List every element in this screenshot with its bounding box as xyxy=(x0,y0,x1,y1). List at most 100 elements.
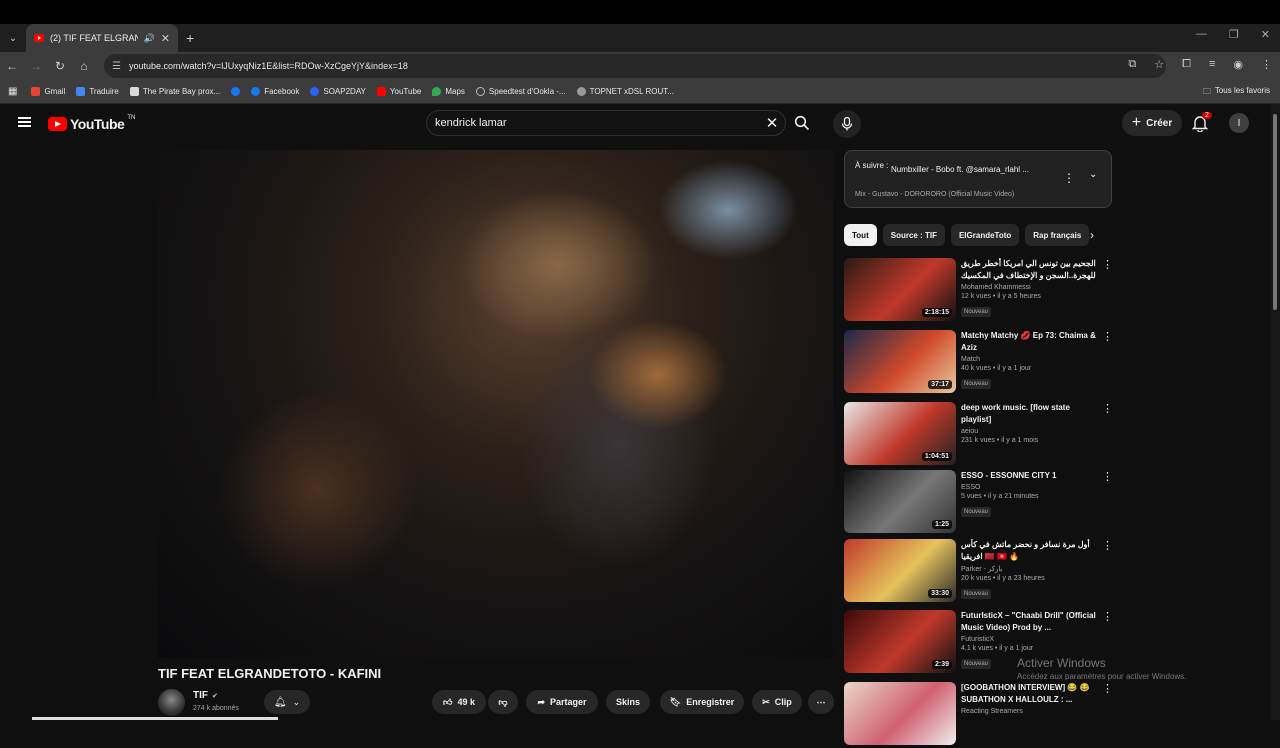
bookmark-speedtest[interactable]: Speedtest d'Ookla -... xyxy=(475,87,566,96)
up-next-menu-icon[interactable]: ⋮ xyxy=(1063,171,1075,185)
bookmark-youtube[interactable]: YouTube xyxy=(376,87,421,96)
video-title[interactable]: أول مرة نسافر و نحضر ماتش في كأس افريقيا… xyxy=(961,539,1097,563)
chevron-right-icon[interactable]: › xyxy=(1090,228,1094,242)
channel-name[interactable]: Reacting Streamers xyxy=(961,708,1097,715)
scrollbar-thumb[interactable] xyxy=(1273,114,1277,310)
more-options-icon[interactable]: ⋮ xyxy=(1102,539,1113,552)
bookmark-maps[interactable]: Maps xyxy=(432,87,465,96)
voice-search-button[interactable] xyxy=(833,110,861,138)
search-input[interactable]: kendrick lamar ✕ xyxy=(426,110,786,136)
channel-name[interactable]: Match xyxy=(961,356,1097,363)
up-next-panel[interactable]: À suivre : Numbxiller - Bobo ft. @samara… xyxy=(844,150,1112,208)
more-options-icon[interactable]: ⋮ xyxy=(1102,330,1113,343)
video-thumbnail[interactable]: 37:17 xyxy=(844,330,956,393)
dislike-button[interactable]: 👎︎ xyxy=(488,690,518,714)
menu-hamburger-icon[interactable] xyxy=(18,117,31,127)
video-thumbnail[interactable] xyxy=(844,682,956,745)
reading-list-icon[interactable]: ≡ xyxy=(1209,58,1215,71)
site-info-icon[interactable]: ☰ xyxy=(112,61,121,72)
bookmark-star-icon[interactable]: ☆ xyxy=(1154,58,1164,71)
minimize-icon[interactable]: — xyxy=(1196,28,1207,41)
cast-icon[interactable]: ⧉ xyxy=(1128,58,1136,71)
chip-elgrandetoto[interactable]: ElGrandeToto xyxy=(950,224,1020,246)
video-thumbnail[interactable]: 33:30 xyxy=(844,539,956,602)
video-thumbnail[interactable]: 2:18:15 xyxy=(844,258,956,321)
channel-name[interactable]: Parker - باركر xyxy=(961,565,1097,573)
audio-icon[interactable]: 🔊 xyxy=(144,33,155,44)
notifications-button[interactable]: 2 xyxy=(1191,112,1212,134)
close-window-icon[interactable]: ✕ xyxy=(1261,28,1270,41)
tab-search-icon[interactable]: ⌄ xyxy=(0,33,26,44)
subscription-bell-button[interactable]: 🔔︎ ⌄ xyxy=(264,690,310,714)
more-options-icon[interactable]: ⋮ xyxy=(1102,258,1113,271)
channel-name[interactable]: TIF ✔ xyxy=(193,690,218,701)
forward-icon[interactable]: → xyxy=(24,59,48,73)
bookmark-facebook-icon-only[interactable] xyxy=(231,87,241,96)
clear-search-icon[interactable]: ✕ xyxy=(759,114,785,132)
bookmark-facebook[interactable]: Facebook xyxy=(251,87,299,96)
recommended-video[interactable]: 37:17 Matchy Matchy 💋 Ep 73: Chaima & Azi… xyxy=(844,330,1114,396)
window-controls: — ❐ ✕ xyxy=(1196,28,1270,41)
page-scrollbar[interactable] xyxy=(1270,104,1280,720)
channel-name[interactable]: Mohamed Khammessi xyxy=(961,284,1097,291)
bookmark-gmail[interactable]: Gmail xyxy=(31,87,65,96)
video-meta: 20 k vues • il y a 23 heures xyxy=(961,575,1045,582)
bookmark-topnet[interactable]: TOPNET xDSL ROUT... xyxy=(576,87,674,96)
url-field[interactable]: ☰ youtube.com/watch?v=lJUxyqNiz1E&list=R… xyxy=(104,54,1166,78)
close-tab-icon[interactable]: ✕ xyxy=(161,32,170,45)
video-title[interactable]: [GOOBATHON INTERVIEW] 😂 😂 SUBATHON X HAL… xyxy=(961,682,1097,706)
video-player[interactable] xyxy=(158,150,833,658)
share-button[interactable]: ➦ Partager xyxy=(526,690,598,714)
video-title[interactable]: ESSO - ESSONNE CITY 1 xyxy=(961,470,1097,482)
more-options-icon[interactable]: ⋮ xyxy=(1102,682,1113,695)
video-title[interactable]: Matchy Matchy 💋 Ep 73: Chaima & Aziz xyxy=(961,330,1097,354)
recommended-video[interactable]: [GOOBATHON INTERVIEW] 😂 😂 SUBATHON X HAL… xyxy=(844,682,1114,748)
new-tab-button[interactable]: + xyxy=(186,30,194,46)
more-options-icon[interactable]: ⋮ xyxy=(1102,470,1113,483)
youtube-logo[interactable]: YouTube TN xyxy=(48,115,135,132)
bookmark-traduire[interactable]: Traduire xyxy=(76,87,119,96)
chip-source[interactable]: Source : TIF xyxy=(882,224,945,246)
channel-name[interactable]: aeiou xyxy=(961,428,1097,435)
video-thumbnail[interactable]: 2:39 xyxy=(844,610,956,673)
account-avatar[interactable]: I xyxy=(1229,113,1249,133)
channel-name[interactable]: FuturisticX xyxy=(961,636,1097,643)
skins-button[interactable]: Skins xyxy=(606,690,650,714)
notification-badge: 2 xyxy=(1202,112,1212,119)
save-button[interactable]: 🔖︎ Enregistrer xyxy=(660,690,744,714)
channel-name[interactable]: ESSO xyxy=(961,484,1097,491)
profile-icon[interactable]: ◉ xyxy=(1233,58,1243,71)
apps-grid-icon[interactable]: ▦ xyxy=(8,86,17,97)
chip-all[interactable]: Tout xyxy=(844,224,877,246)
bookmark-piratebay[interactable]: The Pirate Bay prox... xyxy=(129,87,220,96)
recommended-video[interactable]: 33:30 أول مرة نسافر و نحضر ماتش في كأس اف… xyxy=(844,539,1114,605)
video-info: Matchy Matchy 💋 Ep 73: Chaima & Aziz Matc… xyxy=(961,330,1097,390)
back-icon[interactable]: ← xyxy=(0,59,24,73)
channel-avatar[interactable] xyxy=(158,689,185,716)
home-icon[interactable]: ⌂ xyxy=(72,59,96,73)
video-title[interactable]: FuturIsticX – "Chaabi Drill" (Official M… xyxy=(961,610,1097,634)
like-button[interactable]: 👍︎ 49 k xyxy=(432,690,486,714)
chevron-down-icon[interactable]: ⌄ xyxy=(1089,169,1097,180)
extensions-icon[interactable]: ⧠ xyxy=(1182,58,1191,71)
bookmark-soap2day[interactable]: SOAP2DAY xyxy=(310,87,366,96)
video-title[interactable]: الجحيم ‏بين تونس الي امريكا أخطر طريق لل… xyxy=(961,258,1097,282)
restore-icon[interactable]: ❐ xyxy=(1229,28,1239,41)
video-thumbnail[interactable]: 1:04:51 xyxy=(844,402,956,465)
reload-icon[interactable]: ↻ xyxy=(48,59,72,73)
recommended-video[interactable]: 1:25 ESSO - ESSONNE CITY 1 ESSO 5 vues • il… xyxy=(844,470,1114,536)
chip-rap[interactable]: Rap français xyxy=(1025,224,1090,246)
search-button[interactable] xyxy=(786,110,818,136)
clip-button[interactable]: ✂ Clip xyxy=(752,690,802,714)
menu-kebab-icon[interactable]: ⋮ xyxy=(1261,58,1272,71)
more-options-icon[interactable]: ⋮ xyxy=(1102,610,1113,623)
active-tab[interactable]: (2) TIF FEAT ELGRANDETOTO 🔊 ✕ xyxy=(26,24,178,52)
more-actions-button[interactable]: ⋯ xyxy=(808,690,834,714)
all-favorites[interactable]: 🗀 Tous les favoris xyxy=(1203,86,1270,100)
create-button[interactable]: + Créer xyxy=(1122,110,1182,136)
video-title[interactable]: deep work music. [flow state playlist] xyxy=(961,402,1097,426)
video-thumbnail[interactable]: 1:25 xyxy=(844,470,956,533)
recommended-video[interactable]: 2:18:15 الجحيم ‏بين تونس الي امريكا أخطر … xyxy=(844,258,1114,324)
recommended-video[interactable]: 1:04:51 deep work music. [flow state play… xyxy=(844,402,1114,468)
more-options-icon[interactable]: ⋮ xyxy=(1102,402,1113,415)
